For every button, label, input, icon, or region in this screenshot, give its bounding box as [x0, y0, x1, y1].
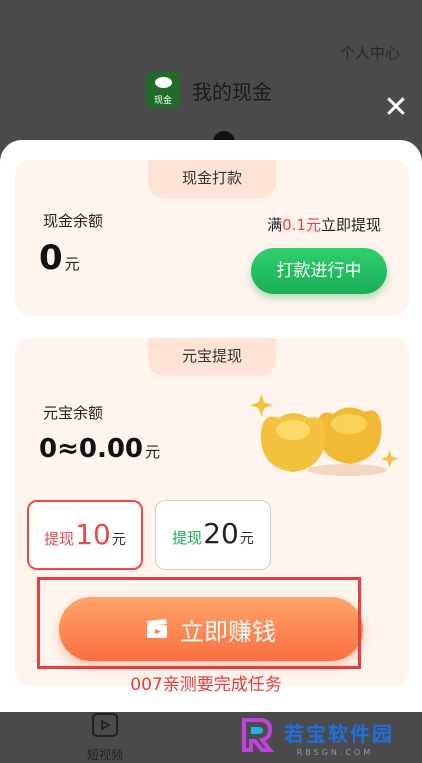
- option-unit: 元: [111, 532, 126, 548]
- page-title: 我的现金: [192, 79, 272, 104]
- wallet-icon-text: 现金: [153, 96, 172, 106]
- nav-item-label: 短视频: [86, 748, 123, 762]
- condition-prefix: 满: [267, 216, 283, 234]
- brand-logo-icon: [242, 718, 275, 752]
- nav-item-short-video[interactable]: 短视频: [84, 712, 126, 763]
- cash-balance-unit: 元: [64, 255, 80, 273]
- option-prefix: 提现: [172, 529, 203, 547]
- condition-amount: 0.1元: [282, 216, 321, 234]
- cash-balance-value: 0: [39, 238, 63, 278]
- option-amount: 10: [75, 518, 111, 551]
- brand-watermark: 若宝软件园 RBSGN.COM: [238, 716, 394, 757]
- withdraw-option-10[interactable]: 提现 10 元: [27, 500, 143, 570]
- video-icon: [92, 713, 118, 737]
- annotation-highlight-box: [37, 577, 361, 669]
- condition-suffix: 立即提现: [320, 216, 381, 234]
- personal-center-link[interactable]: 个人中心: [340, 42, 400, 63]
- payout-status-button[interactable]: 打款进行中: [251, 248, 387, 294]
- cash-balance-label: 现金余额: [43, 212, 104, 230]
- option-amount: 20: [203, 517, 239, 550]
- page-header: 现金 我的现金: [146, 72, 272, 108]
- annotation-note: 007亲测要完成任务: [130, 675, 282, 695]
- yuanbao-balance-unit: 元: [145, 443, 161, 461]
- brand-name: 若宝软件园: [284, 722, 394, 746]
- option-unit: 元: [239, 531, 254, 547]
- cash-card: 现金打款 现金余额 0元 满0.1元立即提现 打款进行中: [15, 160, 409, 316]
- brand-sub: RBSGN.COM: [296, 748, 374, 757]
- yuanbao-card-tab: 元宝提现: [148, 338, 276, 376]
- yuanbao-balance-label: 元宝余额: [43, 404, 104, 422]
- withdraw-option-20[interactable]: 提现 20 元: [155, 500, 271, 570]
- cash-balance: 0元: [39, 238, 80, 278]
- withdraw-condition: 满0.1元立即提现: [267, 214, 381, 235]
- wallet-icon: 现金: [146, 72, 180, 108]
- yuanbao-balance: 0≈0.00 元: [39, 434, 160, 464]
- close-button[interactable]: ✕: [380, 92, 412, 124]
- cash-card-tab: 现金打款: [148, 160, 276, 198]
- close-icon[interactable]: ✕: [383, 90, 408, 125]
- gold-ingot-icon: [250, 394, 397, 476]
- yuanbao-balance-value: 0≈0.00: [39, 434, 144, 464]
- option-prefix: 提现: [44, 530, 75, 548]
